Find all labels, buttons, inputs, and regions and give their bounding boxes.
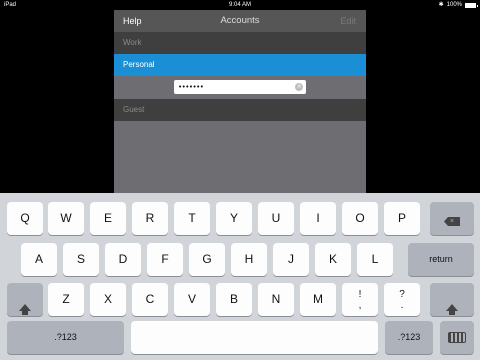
key-m[interactable]: M	[300, 283, 336, 316]
key-i[interactable]: I	[300, 202, 336, 235]
key-o[interactable]: O	[342, 202, 378, 235]
status-right: ✱ 100%	[438, 0, 478, 10]
password-value: •••••••	[178, 83, 204, 91]
key-w[interactable]: W	[48, 202, 84, 235]
key-p[interactable]: P	[384, 202, 420, 235]
space-bar[interactable]	[131, 321, 378, 354]
backspace-key[interactable]: ×	[430, 202, 474, 235]
account-label-personal: Personal	[123, 60, 155, 69]
key-z[interactable]: Z	[48, 283, 84, 316]
shift-icon	[446, 304, 458, 315]
panel-header: Help Accounts Edit	[114, 10, 366, 32]
shift-key-right[interactable]	[430, 283, 474, 316]
key-u[interactable]: U	[258, 202, 294, 235]
shift-key-left[interactable]	[7, 283, 43, 316]
backspace-icon: ×	[444, 217, 460, 226]
password-row: ••••••• ×	[114, 76, 366, 99]
status-bar: iPad 9:04 AM ✱ 100%	[0, 0, 480, 10]
panel-title: Accounts	[220, 15, 260, 26]
key-n[interactable]: N	[258, 283, 294, 316]
key-q[interactable]: Q	[7, 202, 43, 235]
account-row-work[interactable]: Work	[114, 32, 366, 54]
key-h[interactable]: H	[231, 243, 267, 276]
keyboard: Q W E R T Y U I O P × A S D F G H J K L …	[0, 193, 480, 360]
account-label-guest: Guest	[123, 105, 145, 114]
password-field[interactable]: ••••••• ×	[174, 80, 306, 94]
key-c[interactable]: C	[132, 283, 168, 316]
numbers-key-right[interactable]: .?123	[385, 321, 433, 354]
key-d[interactable]: D	[105, 243, 141, 276]
shift-icon	[19, 304, 31, 315]
account-label-work: Work	[123, 38, 142, 47]
keyboard-hide-icon	[448, 332, 466, 343]
key-question-label: ?	[399, 289, 405, 300]
key-j[interactable]: J	[273, 243, 309, 276]
key-k[interactable]: K	[315, 243, 351, 276]
account-row-guest[interactable]: Guest	[114, 99, 366, 121]
battery-level	[466, 3, 475, 7]
key-exclaim-comma[interactable]: !,	[342, 283, 378, 316]
key-period-label: .	[400, 300, 404, 311]
hide-keyboard-key[interactable]	[440, 321, 474, 354]
key-f[interactable]: F	[147, 243, 183, 276]
bluetooth-icon: ✱	[438, 2, 444, 8]
key-exclaim-label: !	[358, 289, 362, 300]
clear-icon[interactable]: ×	[295, 83, 303, 91]
battery-percent: 100%	[446, 2, 462, 8]
key-l[interactable]: L	[357, 243, 393, 276]
key-r[interactable]: R	[132, 202, 168, 235]
status-time: 9:04 AM	[228, 2, 251, 8]
numbers-key-left[interactable]: .?123	[7, 321, 124, 354]
key-comma-label: ,	[358, 300, 362, 311]
accounts-panel: Help Accounts Edit Work Personal •••••••…	[114, 10, 366, 196]
key-g[interactable]: G	[189, 243, 225, 276]
key-question-period[interactable]: ?.	[384, 283, 420, 316]
key-v[interactable]: V	[174, 283, 210, 316]
edit-button[interactable]: Edit	[340, 10, 356, 32]
key-s[interactable]: S	[63, 243, 99, 276]
key-b[interactable]: B	[216, 283, 252, 316]
key-a[interactable]: A	[21, 243, 57, 276]
key-e[interactable]: E	[90, 202, 126, 235]
return-key[interactable]: return	[408, 243, 474, 276]
key-y[interactable]: Y	[216, 202, 252, 235]
key-x[interactable]: X	[90, 283, 126, 316]
account-row-personal[interactable]: Personal	[114, 54, 366, 76]
key-t[interactable]: T	[174, 202, 210, 235]
battery-icon	[465, 2, 478, 8]
